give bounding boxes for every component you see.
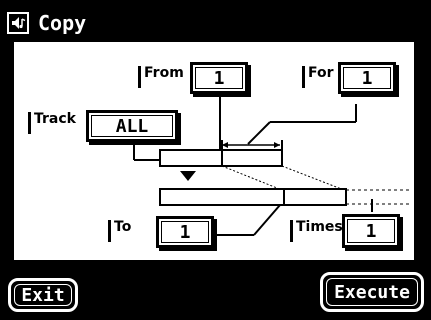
times-value-button[interactable]: 1 [342, 214, 400, 248]
destination-copy-bar [283, 188, 347, 206]
from-label: From [138, 66, 184, 88]
track-label: Track [28, 112, 76, 134]
to-value: 1 [179, 221, 191, 243]
track-value-button[interactable]: ALL [86, 110, 178, 142]
copy-screen: Copy From 1 For 1 Track ALL To 1 Times 1… [0, 0, 431, 320]
for-label: For [302, 66, 334, 88]
speaker-music-icon [7, 12, 29, 34]
page-title: Copy [38, 11, 87, 35]
copy-diagram-panel: From 1 For 1 Track ALL To 1 Times 1 [12, 40, 416, 262]
copy-range-bar [221, 149, 283, 167]
exit-button-label: Exit [21, 284, 65, 306]
execute-button[interactable]: Execute [320, 272, 424, 312]
for-value-button[interactable]: 1 [338, 62, 396, 94]
from-value: 1 [213, 67, 225, 89]
from-value-button[interactable]: 1 [190, 62, 248, 94]
down-arrow-icon [180, 171, 196, 181]
exit-button[interactable]: Exit [8, 278, 78, 312]
destination-bar [159, 188, 285, 206]
title-bar: Copy [6, 8, 186, 38]
source-bar [159, 149, 223, 167]
to-label: To [108, 220, 131, 242]
to-value-button[interactable]: 1 [156, 216, 214, 248]
execute-button-label: Execute [334, 281, 410, 303]
times-value: 1 [365, 220, 377, 242]
times-label: Times [290, 220, 343, 242]
track-value: ALL [115, 115, 149, 137]
for-value: 1 [361, 67, 373, 89]
